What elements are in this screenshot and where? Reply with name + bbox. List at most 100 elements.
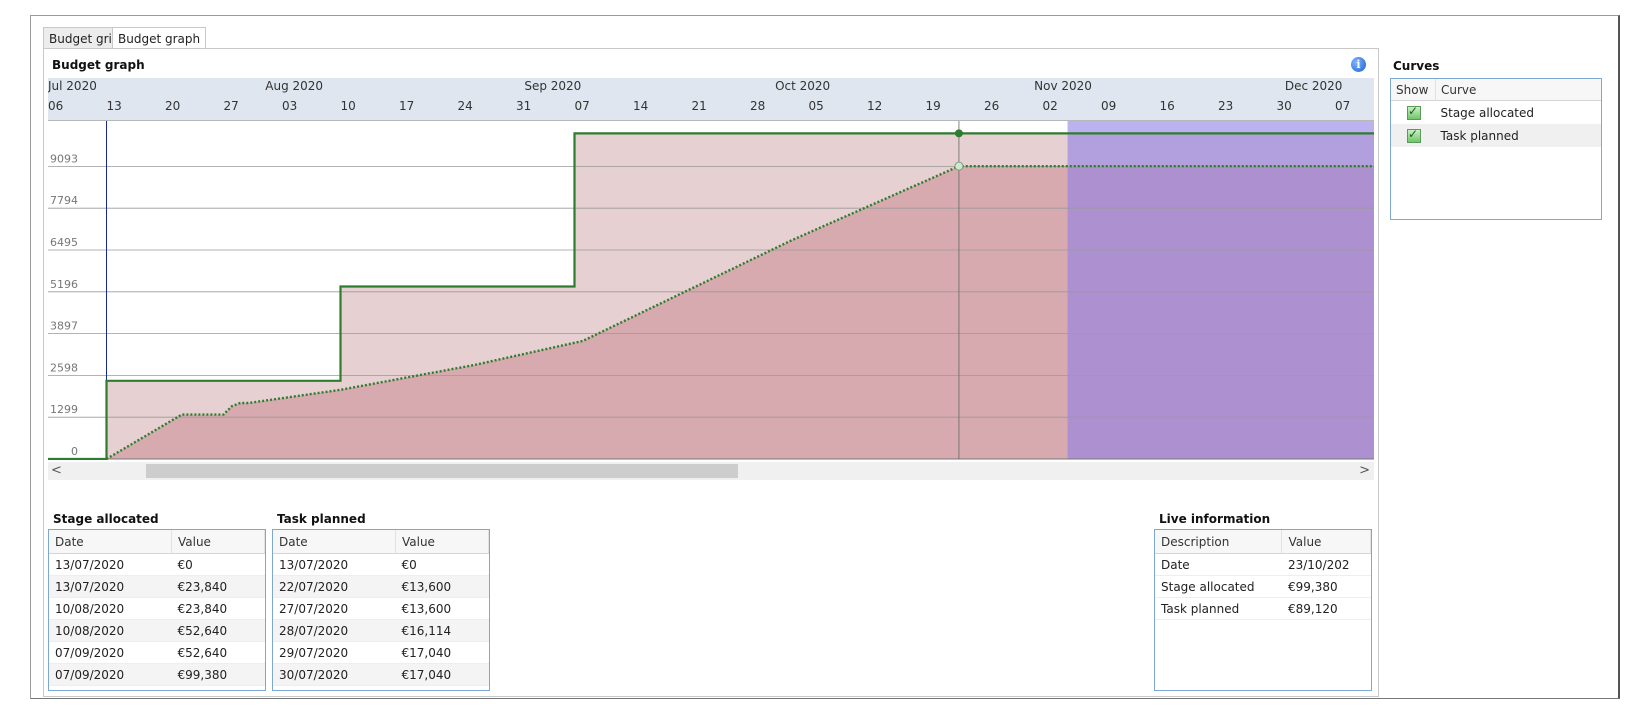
timeline-week-label: 12 bbox=[867, 99, 883, 113]
task-planned-cursor-point bbox=[954, 161, 964, 171]
column-header[interactable]: Value bbox=[171, 530, 265, 554]
show-stage-allocated-checkbox[interactable] bbox=[1407, 104, 1421, 120]
timeline-week-label: 16 bbox=[1159, 99, 1175, 113]
timeline-week-label: 14 bbox=[633, 99, 649, 113]
timeline-month-label: Nov 2020 bbox=[1034, 79, 1092, 93]
value-cell: €16,114 bbox=[395, 619, 489, 642]
table-row[interactable]: 27/07/2020 €13,600 bbox=[273, 597, 489, 620]
value-cell: €17,040 bbox=[395, 663, 489, 686]
date-cell: 07/09/2020 bbox=[49, 663, 172, 686]
table-row[interactable]: 30/07/2020 €17,040 bbox=[273, 663, 489, 686]
column-header[interactable]: Value bbox=[395, 530, 489, 554]
timeline-week-label: 17 bbox=[399, 99, 415, 113]
y-tick-label: 3897 bbox=[50, 320, 78, 333]
timeline-week-label: 10 bbox=[340, 99, 356, 113]
curve-label: Stage allocated bbox=[1440, 105, 1535, 120]
table-row[interactable]: 13/07/2020 €23,840 bbox=[49, 575, 265, 598]
task-planned-table: Date Value 13/07/2020 €0 22/07/2020 €13,60… bbox=[272, 529, 490, 691]
future-highlight bbox=[1067, 120, 1374, 459]
show-task-planned-checkbox[interactable] bbox=[1407, 127, 1421, 143]
description-cell: Date bbox=[1155, 553, 1282, 576]
timeline-week-label: 23 bbox=[1218, 99, 1234, 113]
column-header[interactable]: Date bbox=[49, 530, 172, 554]
timeline-month-label: Aug 2020 bbox=[265, 79, 324, 93]
table-row[interactable]: 10/08/2020 €52,640 bbox=[49, 619, 265, 642]
stage-allocated-cursor-point bbox=[954, 129, 963, 138]
timeline-week-label: 19 bbox=[925, 99, 941, 113]
budget-chart: 0 1299 2598 3897 5196 6495 7794 9093 bbox=[48, 120, 1374, 460]
date-cell: 10/08/2020 bbox=[49, 597, 172, 620]
timeline-week-label: 26 bbox=[984, 99, 1000, 113]
info-icon[interactable]: i bbox=[1351, 57, 1366, 72]
date-cell: 07/09/2020 bbox=[49, 641, 172, 664]
timeline-week-label: 06 bbox=[48, 99, 64, 113]
date-cell: 13/07/2020 bbox=[49, 553, 172, 576]
curve-row[interactable]: Stage allocated bbox=[1391, 101, 1601, 125]
timeline-month-label: Sep 2020 bbox=[524, 79, 582, 93]
timeline-week-label: 13 bbox=[106, 99, 122, 113]
y-tick-label: 9093 bbox=[50, 152, 78, 165]
table-row[interactable]: 22/07/2020 €13,600 bbox=[273, 575, 489, 598]
value-cell: €13,600 bbox=[395, 597, 489, 620]
curve-row[interactable]: Task planned bbox=[1391, 124, 1601, 147]
stage-allocated-table: Date Value 13/07/2020 €0 13/07/2020 €23,84… bbox=[48, 529, 266, 691]
y-tick-label: 7794 bbox=[50, 194, 78, 207]
graph-title: Budget graph bbox=[52, 58, 145, 72]
timeline-month-label: Oct 2020 bbox=[775, 79, 831, 93]
stage-allocated-title: Stage allocated bbox=[53, 512, 159, 526]
scroll-right-arrow[interactable]: > bbox=[1359, 462, 1370, 480]
table-row[interactable]: 10/08/2020 €23,840 bbox=[49, 597, 265, 620]
timeline-week-label: 30 bbox=[1276, 99, 1292, 113]
column-header[interactable]: Curve bbox=[1435, 79, 1601, 101]
date-cell: 13/07/2020 bbox=[49, 575, 172, 598]
timeline-month-label: Dec 2020 bbox=[1284, 79, 1343, 93]
timeline-week-label: 03 bbox=[282, 99, 298, 113]
description-cell: Task planned bbox=[1155, 597, 1282, 620]
value-cell: €17,040 bbox=[395, 641, 489, 664]
column-header[interactable]: Date bbox=[273, 530, 396, 554]
column-header[interactable]: Show bbox=[1391, 79, 1436, 101]
timeline-week-label: 07 bbox=[1335, 99, 1351, 113]
table-row[interactable]: 07/09/2020 €52,640 bbox=[49, 641, 265, 664]
value-cell: €23,840 bbox=[171, 597, 265, 620]
table-row[interactable]: Stage allocated €99,380 bbox=[1155, 575, 1371, 598]
timeline-week-label: 28 bbox=[750, 99, 766, 113]
value-cell: €99,380 bbox=[171, 663, 265, 686]
timeline-week-label: 21 bbox=[691, 99, 707, 113]
table-row[interactable]: 13/07/2020 €0 bbox=[273, 553, 489, 576]
curves-panel: Show Curve Stage allocated Task planned bbox=[1390, 78, 1602, 220]
table-row[interactable]: 28/07/2020 €16,114 bbox=[273, 619, 489, 642]
table-row[interactable]: Date 23/10/202 bbox=[1155, 553, 1371, 576]
value-cell: €0 bbox=[171, 553, 265, 576]
table-row[interactable]: 29/07/2020 €17,040 bbox=[273, 641, 489, 664]
value-cell: €52,640 bbox=[171, 641, 265, 664]
column-header[interactable]: Value bbox=[1281, 530, 1371, 554]
description-cell: Stage allocated bbox=[1155, 575, 1282, 598]
date-cell: 22/07/2020 bbox=[273, 575, 396, 598]
timeline-week-label: 31 bbox=[516, 99, 532, 113]
scroll-left-arrow[interactable]: < bbox=[51, 462, 62, 480]
horizontal-scrollbar[interactable]: < > bbox=[48, 462, 1374, 480]
y-tick-label: 5196 bbox=[50, 278, 78, 291]
table-row[interactable]: 13/07/2020 €0 bbox=[49, 553, 265, 576]
timeline-week-label: 07 bbox=[574, 99, 590, 113]
column-header[interactable]: Description bbox=[1155, 530, 1283, 554]
date-cell: 28/07/2020 bbox=[273, 619, 396, 642]
live-information-table: Description Value Date 23/10/202 Stage al… bbox=[1154, 529, 1372, 691]
table-row[interactable]: 07/09/2020 €99,380 bbox=[49, 663, 265, 686]
timeline-week-label: 27 bbox=[223, 99, 239, 113]
timeline-month-label: Jul 2020 bbox=[48, 79, 97, 93]
timeline-week-label: 20 bbox=[165, 99, 181, 113]
timeline-header: Jul 2020 Aug 2020 Sep 2020 Oct 2020 Nov 2020… bbox=[48, 78, 1374, 120]
value-cell: €13,600 bbox=[395, 575, 489, 598]
value-cell: 23/10/202 bbox=[1281, 553, 1371, 576]
timeline-week-label: 05 bbox=[808, 99, 824, 113]
date-cell: 10/08/2020 bbox=[49, 619, 172, 642]
value-cell: €0 bbox=[395, 553, 489, 576]
scroll-thumb[interactable] bbox=[146, 464, 738, 478]
table-row[interactable]: Task planned €89,120 bbox=[1155, 597, 1371, 620]
task-planned-title: Task planned bbox=[277, 512, 366, 526]
timeline-week-label: 09 bbox=[1101, 99, 1117, 113]
value-cell: €23,840 bbox=[171, 575, 265, 598]
y-tick-label: 2598 bbox=[50, 361, 78, 374]
